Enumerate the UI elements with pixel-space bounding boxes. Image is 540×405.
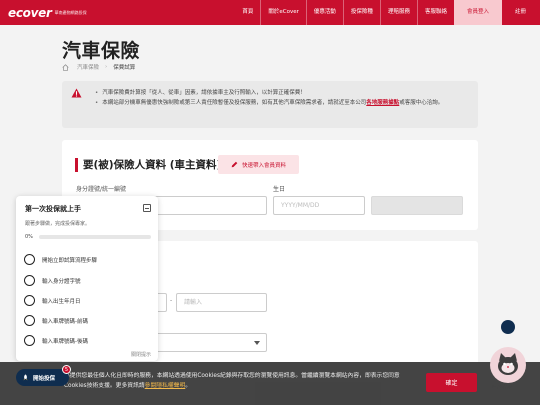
- notice-box: 汽車保險費計算按「從人、從車」因素，請依據車主及行照輸入，以計算正確保費！ 本網…: [62, 81, 478, 128]
- notice-text-1: 汽車保險費計算按「從人、從車」因素，請依據車主及行照輸入，以計算正確保費！: [102, 90, 306, 96]
- nav-contact[interactable]: 客服聯絡: [418, 0, 454, 25]
- chevron-down-icon: [254, 341, 260, 345]
- step-count-badge: 5: [62, 365, 71, 374]
- nav-insurance-types[interactable]: 投保險種: [344, 0, 380, 25]
- progress-label: 0%: [25, 234, 33, 240]
- dob-label: 生日: [273, 186, 286, 193]
- cookie-message-end: 。: [185, 382, 192, 389]
- pencil-icon: [231, 161, 238, 168]
- step-circle-icon: [24, 335, 35, 346]
- service-locations-link[interactable]: 各地服務據點: [366, 100, 399, 106]
- breadcrumb: 汽車保險 › 保費試算: [62, 63, 135, 71]
- chatbot-avatar[interactable]: [490, 347, 526, 383]
- section-title: 要(被)保險人資料 (車主資料): [83, 159, 222, 171]
- progress-bar: [39, 235, 151, 239]
- minimize-icon[interactable]: [143, 204, 151, 212]
- guide-subtitle: 跟著步驟做，完成投保專家。: [25, 221, 91, 227]
- nav-about[interactable]: 關於eCover: [261, 0, 306, 25]
- nav-claims[interactable]: 理賠服務: [381, 0, 417, 25]
- page-title: 汽車保險: [62, 40, 141, 62]
- guide-step-label: 輸入身分證字號: [42, 278, 81, 285]
- step-circle-icon: [24, 315, 35, 326]
- warning-icon: [71, 88, 82, 98]
- rocket-icon: [23, 374, 28, 381]
- close-guide-link[interactable]: 關閉提示: [131, 351, 151, 358]
- start-insurance-button[interactable]: 開始投保: [16, 369, 69, 386]
- dob-input[interactable]: YYYY/MM/DD: [273, 196, 365, 215]
- guide-step-3[interactable]: 輸入出生年月日: [24, 295, 81, 306]
- plate-suffix-input[interactable]: 請輸入: [176, 293, 267, 312]
- site-header: ecover 華南產物網路投保 首頁 關於eCover 優惠活動 投保險種 理賠…: [0, 0, 540, 25]
- plate-dash: -: [170, 297, 173, 304]
- breadcrumb-car-insurance[interactable]: 汽車保險: [77, 63, 99, 71]
- guide-step-2[interactable]: 輸入身分證字號: [24, 275, 81, 286]
- guide-step-4[interactable]: 輸入車牌號碼-前碼: [24, 315, 88, 326]
- cookie-accept-button[interactable]: 確定: [426, 373, 477, 392]
- guide-step-label: 輸入出生年月日: [42, 298, 81, 305]
- guide-step-label: 輸入車牌號碼-後碼: [42, 338, 88, 345]
- logo-subtitle: 華南產物網路投保: [54, 10, 87, 15]
- home-icon[interactable]: [62, 63, 69, 71]
- vehicle-type-select[interactable]: [142, 333, 267, 352]
- id-number-label: 身分證號/統一編號: [76, 186, 127, 193]
- breadcrumb-current: 保費試算: [113, 65, 136, 71]
- cookie-message: 為提供您最佳個人化且即時的服務，本網站透過使用Cookies紀錄與存取您的瀏覽使…: [64, 373, 400, 389]
- notice-text-2-end: 或客服中心洽詢。: [399, 99, 444, 106]
- scroll-to-top-button[interactable]: [501, 320, 515, 334]
- step-circle-icon: [24, 275, 35, 286]
- cat-mascot-icon: [498, 353, 518, 375]
- guide-step-5[interactable]: 輸入車牌號碼-後碼: [24, 335, 88, 346]
- notice-text-2: 本網站部分機車無優惠快強制險或第三人責任險暫僅及投保服務，如有其他汽車保險需求者…: [102, 99, 367, 106]
- notice-item-2: 本網站部分機車無優惠快強制險或第三人責任險暫僅及投保服務，如有其他汽車保險需求者…: [95, 99, 470, 109]
- start-insurance-label: 開始投保: [33, 375, 56, 382]
- main-nav: 首頁 關於eCover 優惠活動 投保險種 理賠服務 客服聯絡 會員登入 註冊: [235, 0, 540, 25]
- quick-fill-label: 快速帶入會員資料: [241, 162, 286, 169]
- register-button[interactable]: 註冊: [502, 0, 540, 25]
- section-accent-bar: [75, 158, 78, 172]
- cookie-text: 為提供您最佳個人化且即時的服務，本網站透過使用Cookies紀錄與存取您的瀏覽使…: [64, 372, 419, 391]
- ecover-logo[interactable]: ecover 華南產物網路投保: [8, 6, 87, 20]
- disabled-field: [371, 196, 463, 215]
- step-circle-icon: [24, 295, 35, 306]
- logo-mark: ecover: [8, 6, 52, 20]
- guide-step-label: 輸入車牌號碼-前碼: [42, 318, 88, 325]
- chatbot-label: 智能客服: [492, 385, 513, 391]
- quick-fill-member-button[interactable]: 快速帶入會員資料: [218, 155, 299, 174]
- id-number-input[interactable]: [143, 196, 267, 215]
- login-button[interactable]: 會員登入: [453, 0, 502, 25]
- breadcrumb-separator: ›: [105, 64, 108, 70]
- onboarding-guide-panel: 第一次投保就上手 跟著步驟做，完成投保專家。 0% 開始立即試算流程步驟 輸入身…: [16, 196, 158, 361]
- step-circle-icon: [24, 254, 35, 265]
- notice-item-1: 汽車保險費計算按「從人、從車」因素，請依據車主及行照輸入，以計算正確保費！: [95, 89, 470, 99]
- nav-promotions[interactable]: 優惠活動: [307, 0, 343, 25]
- notice-list: 汽車保險費計算按「從人、從車」因素，請依據車主及行照輸入，以計算正確保費！ 本網…: [95, 89, 470, 108]
- cookie-banner: 為提供您最佳個人化且即時的服務，本網站透過使用Cookies紀錄與存取您的瀏覽使…: [0, 362, 540, 405]
- guide-title: 第一次投保就上手: [25, 205, 81, 213]
- guide-step-label: 開始立即試算流程步驟: [42, 257, 98, 264]
- privacy-policy-link[interactable]: 參閱隱私權聲明: [145, 383, 186, 389]
- nav-home[interactable]: 首頁: [235, 0, 260, 25]
- guide-step-1[interactable]: 開始立即試算流程步驟: [24, 254, 97, 265]
